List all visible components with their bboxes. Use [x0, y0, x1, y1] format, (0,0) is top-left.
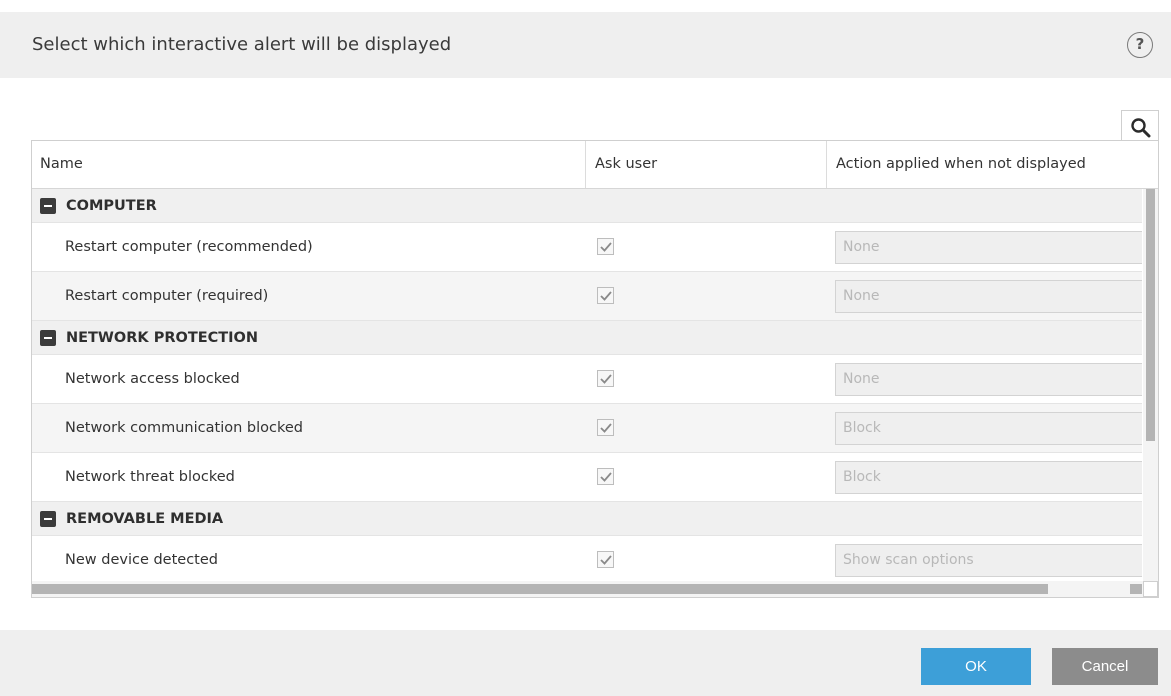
- action-select[interactable]: Block: [835, 412, 1142, 445]
- ask-user-checkbox[interactable]: [597, 287, 614, 304]
- collapse-icon[interactable]: [40, 198, 56, 214]
- vertical-scroll-thumb[interactable]: [1146, 189, 1155, 441]
- search-button[interactable]: [1121, 110, 1159, 141]
- ok-button[interactable]: OK: [921, 648, 1031, 685]
- table-row[interactable]: Network communication blocked Block: [32, 404, 1142, 453]
- dialog-title: Select which interactive alert will be d…: [32, 34, 452, 55]
- horizontal-scrollbar[interactable]: [32, 581, 1158, 597]
- alert-name: Restart computer (recommended): [65, 239, 313, 255]
- horizontal-scroll-thumb[interactable]: [32, 584, 1048, 594]
- group-label: COMPUTER: [66, 198, 157, 214]
- ask-user-checkbox[interactable]: [597, 238, 614, 255]
- table-row[interactable]: Network access blocked None: [32, 355, 1142, 404]
- alert-name: Network access blocked: [65, 371, 240, 387]
- action-select[interactable]: None: [835, 231, 1142, 264]
- table-row[interactable]: Restart computer (recommended) None: [32, 223, 1142, 272]
- checkmark-icon: [600, 291, 612, 301]
- column-header-ask-user[interactable]: Ask user: [595, 141, 657, 188]
- ask-user-checkbox[interactable]: [597, 419, 614, 436]
- ask-user-checkbox[interactable]: [597, 551, 614, 568]
- action-select[interactable]: None: [835, 280, 1142, 313]
- table-row[interactable]: Network threat blocked Block: [32, 453, 1142, 502]
- column-divider[interactable]: [585, 141, 586, 188]
- alerts-table: Name Ask user Action applied when not di…: [31, 140, 1159, 598]
- checkmark-icon: [600, 423, 612, 433]
- vertical-scrollbar[interactable]: [1143, 189, 1158, 581]
- alert-name: New device detected: [65, 552, 218, 568]
- collapse-icon[interactable]: [40, 330, 56, 346]
- dialog-footer: OK Cancel: [0, 630, 1171, 696]
- group-label: REMOVABLE MEDIA: [66, 511, 224, 527]
- checkmark-icon: [600, 555, 612, 565]
- checkmark-icon: [600, 374, 612, 384]
- search-icon: [1131, 118, 1151, 138]
- action-select[interactable]: Show scan options: [835, 544, 1142, 577]
- ask-user-checkbox[interactable]: [597, 468, 614, 485]
- group-label: NETWORK PROTECTION: [66, 330, 259, 346]
- alert-name: Network threat blocked: [65, 469, 235, 485]
- table-body: COMPUTER Restart computer (recommended) …: [32, 189, 1142, 581]
- collapse-icon[interactable]: [40, 511, 56, 527]
- table-header: Name Ask user Action applied when not di…: [32, 141, 1158, 189]
- cancel-button[interactable]: Cancel: [1052, 648, 1158, 685]
- column-header-action[interactable]: Action applied when not displayed: [836, 141, 1086, 188]
- table-row[interactable]: New device detected Show scan options: [32, 536, 1142, 581]
- scroll-corner: [1143, 581, 1158, 597]
- action-select[interactable]: Block: [835, 461, 1142, 494]
- group-row-computer[interactable]: COMPUTER: [32, 189, 1142, 223]
- help-icon[interactable]: ?: [1127, 32, 1153, 58]
- checkmark-icon: [600, 242, 612, 252]
- column-divider[interactable]: [826, 141, 827, 188]
- checkmark-icon: [600, 472, 612, 482]
- group-row-removable-media[interactable]: REMOVABLE MEDIA: [32, 502, 1142, 536]
- ask-user-checkbox[interactable]: [597, 370, 614, 387]
- action-select[interactable]: None: [835, 363, 1142, 396]
- table-row[interactable]: Restart computer (required) None: [32, 272, 1142, 321]
- dialog-header: Select which interactive alert will be d…: [0, 12, 1171, 78]
- horizontal-scroll-segment[interactable]: [1130, 584, 1142, 594]
- column-header-name[interactable]: Name: [40, 141, 83, 188]
- alert-name: Network communication blocked: [65, 420, 303, 436]
- alert-name: Restart computer (required): [65, 288, 269, 304]
- group-row-network-protection[interactable]: NETWORK PROTECTION: [32, 321, 1142, 355]
